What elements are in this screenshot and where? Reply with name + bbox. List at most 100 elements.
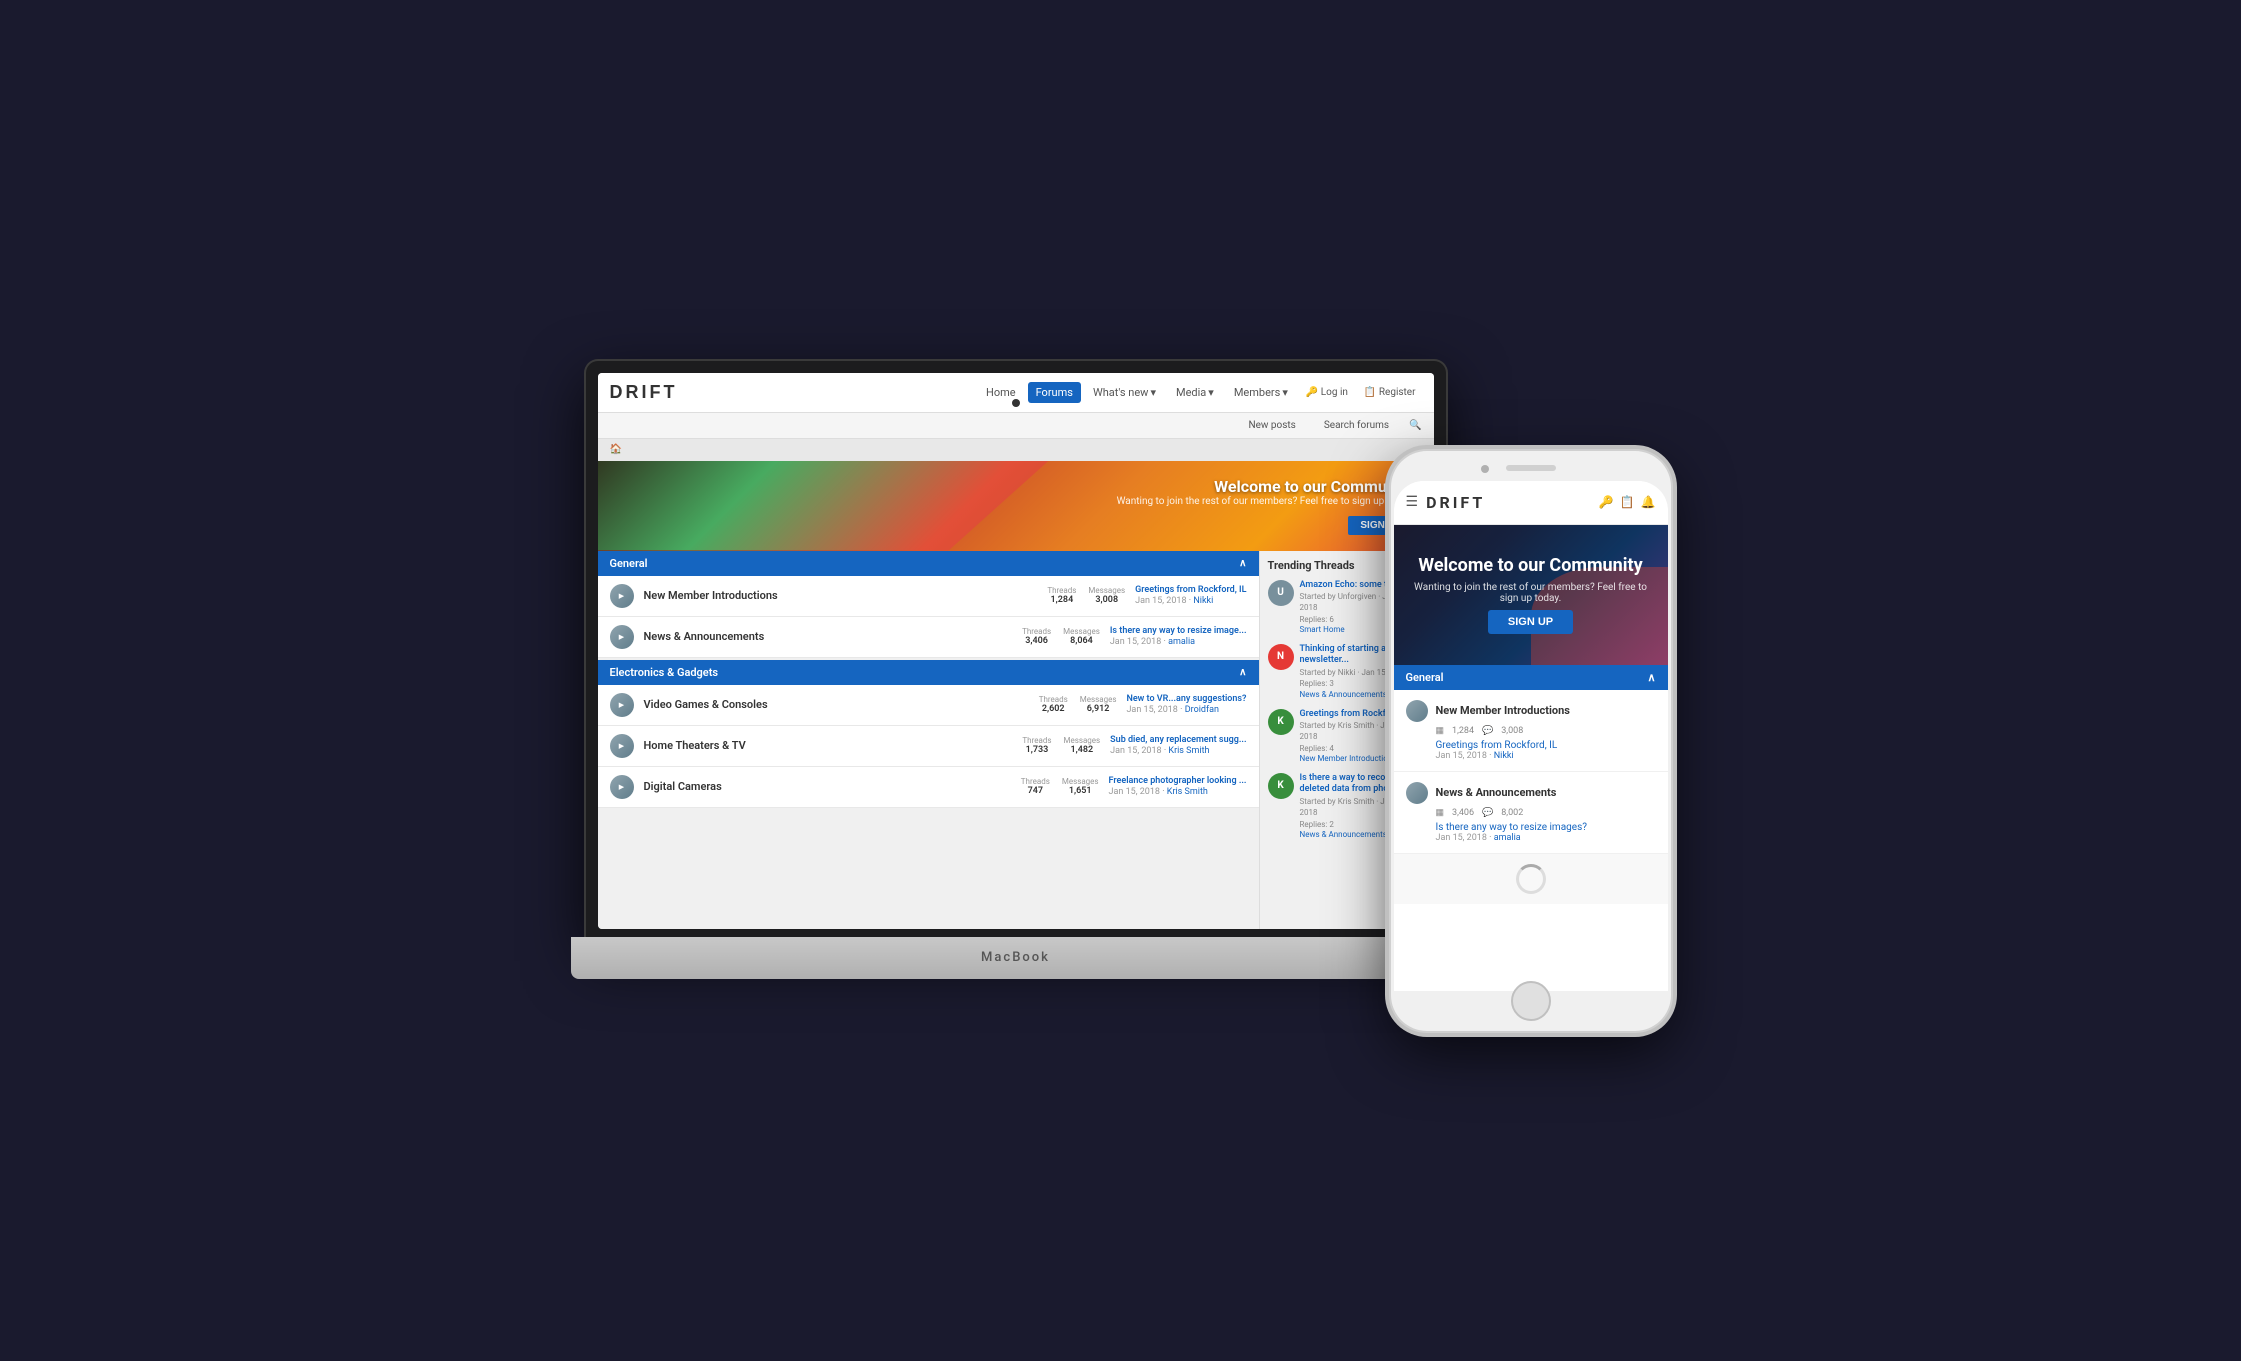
latest-meta: Jan 15, 2018 · Kris Smith (1110, 746, 1246, 756)
phone-device: ☰ DRIFT 🔑 📋 🔔 Welcome to our Community W… (1391, 451, 1671, 1031)
category-electronics: Electronics & Gadgets ∧ Video Games & Co… (598, 660, 1259, 808)
key-icon: 🔑 (1306, 387, 1318, 398)
phone-latest-title[interactable]: Is there any way to resize images? (1406, 822, 1656, 833)
phone-home-button[interactable] (1511, 981, 1551, 1021)
search-forums-link[interactable]: Search forums (1316, 416, 1397, 435)
threads-stat: Threads 1,284 (1047, 586, 1076, 605)
phone-category-header-general[interactable]: General ∧ (1394, 665, 1668, 690)
phone-forum-name: New Member Introductions (1436, 704, 1570, 717)
messages-stat: Messages 6,912 (1080, 695, 1117, 714)
forum-stats: Threads 747 Messages 1,651 (1021, 777, 1099, 796)
threads-stat: Threads 747 (1021, 777, 1050, 796)
chevron-down-icon: ▾ (1208, 386, 1214, 399)
forum-banner: Welcome to our Community Wanting to join… (598, 461, 1434, 551)
new-posts-link[interactable]: New posts (1240, 416, 1303, 435)
banner-title: Welcome to our Community (1117, 477, 1414, 496)
messages-stat: Messages 1,651 (1062, 777, 1099, 796)
forum-icon (610, 734, 634, 758)
threads-stat: Threads 1,733 (1022, 736, 1051, 755)
forum-name: Digital Cameras (644, 780, 1011, 793)
forum-latest: Freelance photographer looking ... Jan 1… (1109, 776, 1247, 798)
chevron-icon: ∧ (1239, 667, 1246, 678)
forum-row: News & Announcements Threads 3,406 Messa… (598, 617, 1259, 658)
phone-forum-icon (1406, 700, 1428, 722)
messages-icon: 💬 (1482, 726, 1493, 736)
forum-logo: DRIFT (610, 382, 678, 403)
forum-stats: Threads 1,733 Messages 1,482 (1022, 736, 1100, 755)
forum-subnav: New posts Search forums 🔍 (598, 413, 1434, 439)
latest-title[interactable]: Freelance photographer looking ... (1109, 776, 1247, 788)
messages-stat: Messages 3,008 (1088, 586, 1125, 605)
nav-members[interactable]: Members ▾ (1226, 382, 1296, 403)
latest-title[interactable]: Is there any way to resize image... (1110, 626, 1247, 638)
phone-banner-title: Welcome to our Community (1418, 555, 1642, 577)
forum-name: News & Announcements (644, 630, 1013, 643)
clipboard-icon: 📋 (1364, 387, 1376, 398)
chevron-down-icon: ▾ (1150, 386, 1156, 399)
banner-text: Welcome to our Community Wanting to join… (1117, 477, 1414, 535)
latest-meta: Jan 15, 2018 · Droidfan (1126, 705, 1246, 715)
chevron-icon: ∧ (1239, 558, 1246, 569)
nav-forums[interactable]: Forums (1028, 382, 1081, 403)
laptop-brand: MacBook (981, 950, 1050, 965)
category-header-electronics[interactable]: Electronics & Gadgets ∧ (598, 660, 1259, 685)
phone-screen: ☰ DRIFT 🔑 📋 🔔 Welcome to our Community W… (1394, 481, 1668, 991)
bookmark-icon[interactable]: 📋 (1620, 495, 1635, 509)
category-header-general[interactable]: General ∧ (598, 551, 1259, 576)
nav-login[interactable]: 🔑 Log in (1300, 383, 1354, 402)
forum-icon (610, 693, 634, 717)
forum-latest: Is there any way to resize image... Jan … (1110, 626, 1247, 648)
forum-name: Video Games & Consoles (644, 698, 1029, 711)
nav-media[interactable]: Media ▾ (1168, 382, 1222, 403)
nav-links: Home Forums What's new ▾ Media ▾ Members (978, 382, 1422, 403)
threads-icon: ▦ (1436, 808, 1445, 818)
phone-latest-meta: Jan 15, 2018 · amalia (1406, 833, 1656, 843)
phone-banner-subtitle: Wanting to join the rest of our members?… (1406, 582, 1656, 604)
scroll-loader (1516, 864, 1546, 894)
phone-forum-row: News & Announcements ▦ 3,406 💬 8,002 Is … (1394, 772, 1668, 854)
forum-stats: Threads 1,284 Messages 3,008 (1047, 586, 1125, 605)
phone-signup-button[interactable]: SIGN UP (1488, 610, 1573, 634)
avatar: K (1268, 773, 1294, 799)
nav-register[interactable]: 📋 Register (1358, 383, 1422, 402)
hamburger-icon[interactable]: ☰ (1406, 494, 1419, 510)
latest-title[interactable]: New to VR...any suggestions? (1126, 694, 1246, 706)
phone-forum-row-header: News & Announcements (1406, 782, 1656, 804)
bell-icon[interactable]: 🔔 (1641, 495, 1656, 509)
forum-row: Home Theaters & TV Threads 1,733 Message… (598, 726, 1259, 767)
home-breadcrumb-icon[interactable]: 🏠 (610, 444, 622, 455)
forum-content: General ∧ New Member Introductions Threa… (598, 551, 1259, 929)
forum-name: New Member Introductions (644, 589, 1038, 602)
forum-latest: Greetings from Rockford, IL Jan 15, 2018… (1135, 585, 1246, 607)
messages-icon: 💬 (1482, 808, 1493, 818)
key-icon[interactable]: 🔑 (1599, 495, 1614, 509)
phone-forum-row: New Member Introductions ▦ 1,284 💬 3,008… (1394, 690, 1668, 772)
breadcrumb: 🏠 (598, 439, 1434, 461)
chevron-icon: ∧ (1647, 671, 1655, 684)
forum-main: General ∧ New Member Introductions Threa… (598, 551, 1434, 929)
banner-subtitle: Wanting to join the rest of our members?… (1117, 496, 1414, 507)
phone-logo: DRIFT (1426, 493, 1591, 512)
laptop-base: MacBook (571, 937, 1461, 979)
avatar: K (1268, 709, 1294, 735)
threads-stat: Threads 2,602 (1039, 695, 1068, 714)
latest-title[interactable]: Sub died, any replacement sugg... (1110, 735, 1246, 747)
phone-latest-title[interactable]: Greetings from Rockford, IL (1406, 740, 1656, 751)
search-icon[interactable]: 🔍 (1409, 420, 1421, 431)
forum-row: New Member Introductions Threads 1,284 M… (598, 576, 1259, 617)
laptop-screen: DRIFT Home Forums What's new ▾ Media ▾ (598, 373, 1434, 929)
nav-whats-new[interactable]: What's new ▾ (1085, 382, 1164, 403)
banner-car-graphic (598, 461, 1100, 551)
phone-latest-meta: Jan 15, 2018 · Nikki (1406, 751, 1656, 761)
forum-name: Home Theaters & TV (644, 739, 1013, 752)
latest-title[interactable]: Greetings from Rockford, IL (1135, 585, 1246, 597)
avatar: N (1268, 644, 1294, 670)
messages-stat: Messages 8,064 (1063, 627, 1100, 646)
forum-row: Digital Cameras Threads 747 Messages 1,6… (598, 767, 1259, 808)
latest-meta: Jan 15, 2018 · amalia (1110, 637, 1247, 647)
phone-banner: Welcome to our Community Wanting to join… (1394, 525, 1668, 665)
forum-icon (610, 584, 634, 608)
phone-forum-icon (1406, 782, 1428, 804)
phone-forum-stats: ▦ 3,406 💬 8,002 (1406, 808, 1656, 818)
forum-navbar: DRIFT Home Forums What's new ▾ Media ▾ (598, 373, 1434, 413)
